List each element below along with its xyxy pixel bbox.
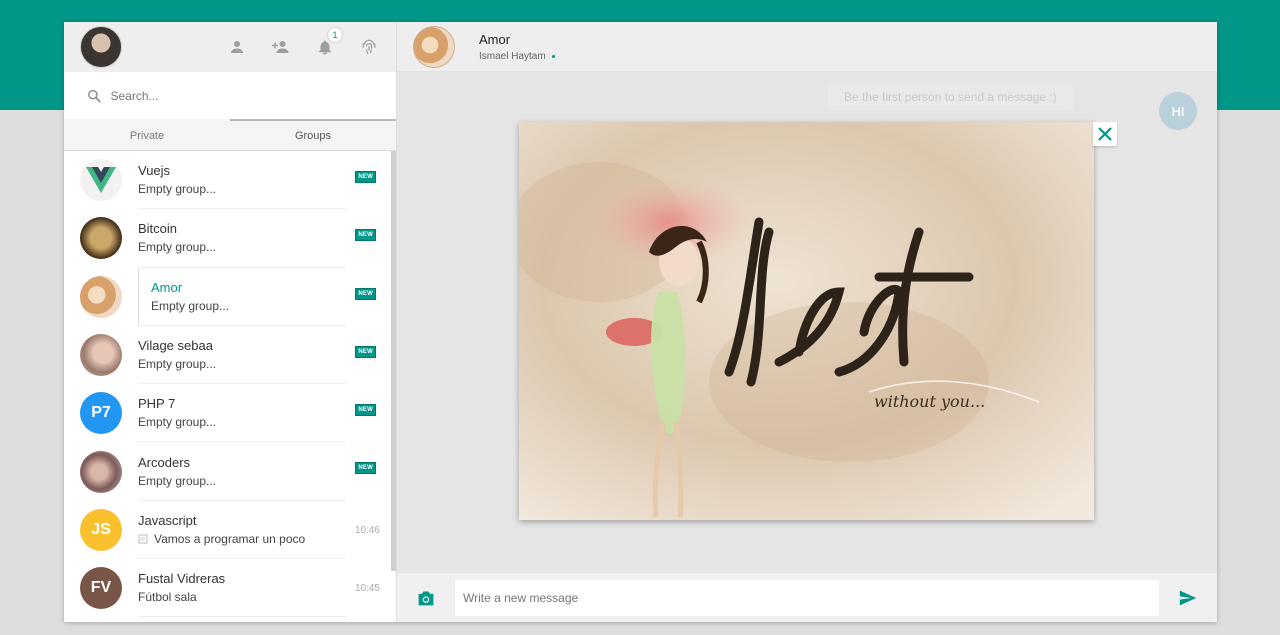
person-icon[interactable] [224, 34, 250, 60]
hi-avatar: HI [1159, 92, 1197, 130]
group-avatar [80, 217, 122, 260]
message-time: 10:45 [354, 583, 380, 595]
list-item-name: Javascript [138, 512, 197, 528]
sidebar-actions: 1 [224, 28, 382, 60]
search-bar [64, 72, 396, 119]
chat-app: 1 Private Groups [64, 22, 1217, 622]
message-icon [138, 534, 148, 544]
chat-header: Amor Ismael Haytam [397, 22, 1217, 72]
chat-members: Ismael Haytam [479, 51, 555, 62]
new-badge: NEW [355, 229, 376, 242]
user-avatar[interactable] [80, 26, 122, 68]
chat-avatar[interactable] [413, 25, 455, 68]
list-item-name: Amor [151, 279, 183, 295]
list-item-sub: Empty group... [138, 357, 217, 372]
search-box [80, 83, 380, 109]
list-item-text: Arcoders Empty group... [138, 442, 346, 501]
list-item-name: Vuejs [138, 163, 171, 179]
chat-title: Amor Ismael Haytam [479, 32, 555, 62]
list-item-name: Fustal Vidreras [138, 571, 226, 587]
new-badge: NEW [355, 345, 376, 358]
message-input[interactable] [455, 579, 1159, 616]
list-item-text: Fustal Vidreras Fútbol sala [138, 559, 346, 618]
list-item-sub: Fútbol sala [138, 590, 197, 605]
close-preview-button[interactable] [1093, 122, 1117, 146]
list-item[interactable]: FV Fustal Vidreras Fútbol sala 10:45 [64, 559, 396, 618]
new-badge: NEW [355, 171, 376, 183]
member-name: Ismael Haytam [479, 50, 546, 62]
sidebar: 1 Private Groups [64, 22, 397, 622]
message-composer [397, 572, 1217, 622]
list-item-sub: Empty group... [138, 415, 217, 430]
list-item-sub: Empty group... [138, 182, 217, 197]
list-item-text: Vuejs Empty group... [138, 151, 346, 210]
message-time: 10:46 [354, 524, 380, 536]
list-item[interactable]: Bitcoin Empty group... NEW [64, 209, 396, 268]
list-item[interactable]: Vilage sebaa Empty group... NEW [64, 326, 396, 385]
list-item-sub: Empty group... [138, 240, 217, 255]
group-avatar [80, 275, 122, 318]
tab-groups[interactable]: Groups [230, 119, 396, 150]
list-item-text: PHP 7 Empty group... [138, 384, 346, 443]
notification-badge: 1 [328, 28, 342, 42]
new-badge: NEW [355, 404, 376, 417]
group-avatar: FV [80, 567, 122, 610]
group-avatar [80, 334, 122, 377]
list-item-name: Arcoders [138, 454, 191, 470]
send-icon[interactable] [1175, 585, 1201, 611]
tab-private[interactable]: Private [64, 119, 230, 150]
list-item-name: Vilage sebaa [138, 338, 213, 354]
image-preview: without you... [519, 122, 1094, 520]
add-person-icon[interactable] [268, 34, 294, 60]
sidebar-header: 1 [64, 22, 396, 72]
fingerprint-icon[interactable] [356, 34, 382, 60]
list-item-sub: Empty group... [138, 473, 217, 488]
preview-caption: without you... [874, 392, 985, 411]
close-icon [1098, 127, 1112, 141]
message-area: Be the first person to send a message :)… [397, 72, 1217, 572]
list-item[interactable]: JS Javascript Vamos a programar un poco … [64, 501, 396, 560]
camera-icon[interactable] [413, 585, 439, 611]
list-item-name: PHP 7 [138, 396, 176, 412]
group-avatar: P7 [80, 392, 122, 435]
list-item-text: Amor Empty group... [138, 267, 346, 326]
list-item[interactable]: Arcoders Empty group... NEW [64, 442, 396, 501]
list-item-text: Bitcoin Empty group... [138, 209, 346, 268]
online-dot [551, 54, 555, 58]
chat-panel: Amor Ismael Haytam Be the first person t… [397, 22, 1217, 622]
empty-hint: Be the first person to send a message :) [828, 84, 1073, 110]
group-avatar [80, 159, 122, 202]
list-item-sub: Empty group... [151, 298, 230, 313]
group-avatar: JS [80, 508, 122, 551]
list-item-sub: Vamos a programar un poco [138, 532, 346, 546]
notifications-icon[interactable]: 1 [312, 28, 342, 60]
list-item[interactable]: Amor Empty group... NEW [64, 267, 396, 326]
new-badge: NEW [355, 287, 376, 300]
chat-list: Vuejs Empty group... NEW Bitcoin Empty g… [64, 151, 396, 622]
search-icon [88, 89, 101, 102]
list-item-name: Bitcoin [138, 221, 178, 237]
list-item-text: Javascript Vamos a programar un poco [138, 501, 346, 560]
last-message: Vamos a programar un poco [154, 531, 306, 546]
group-avatar [80, 450, 122, 493]
list-item[interactable]: P7 PHP 7 Empty group... NEW [64, 384, 396, 443]
chat-name: Amor [479, 31, 511, 47]
sidebar-tabs: Private Groups [64, 119, 396, 151]
search-input[interactable] [110, 88, 374, 103]
list-item[interactable]: Vuejs Empty group... NEW [64, 151, 396, 210]
new-badge: NEW [355, 462, 376, 475]
list-item-text: Vilage sebaa Empty group... [138, 326, 346, 385]
